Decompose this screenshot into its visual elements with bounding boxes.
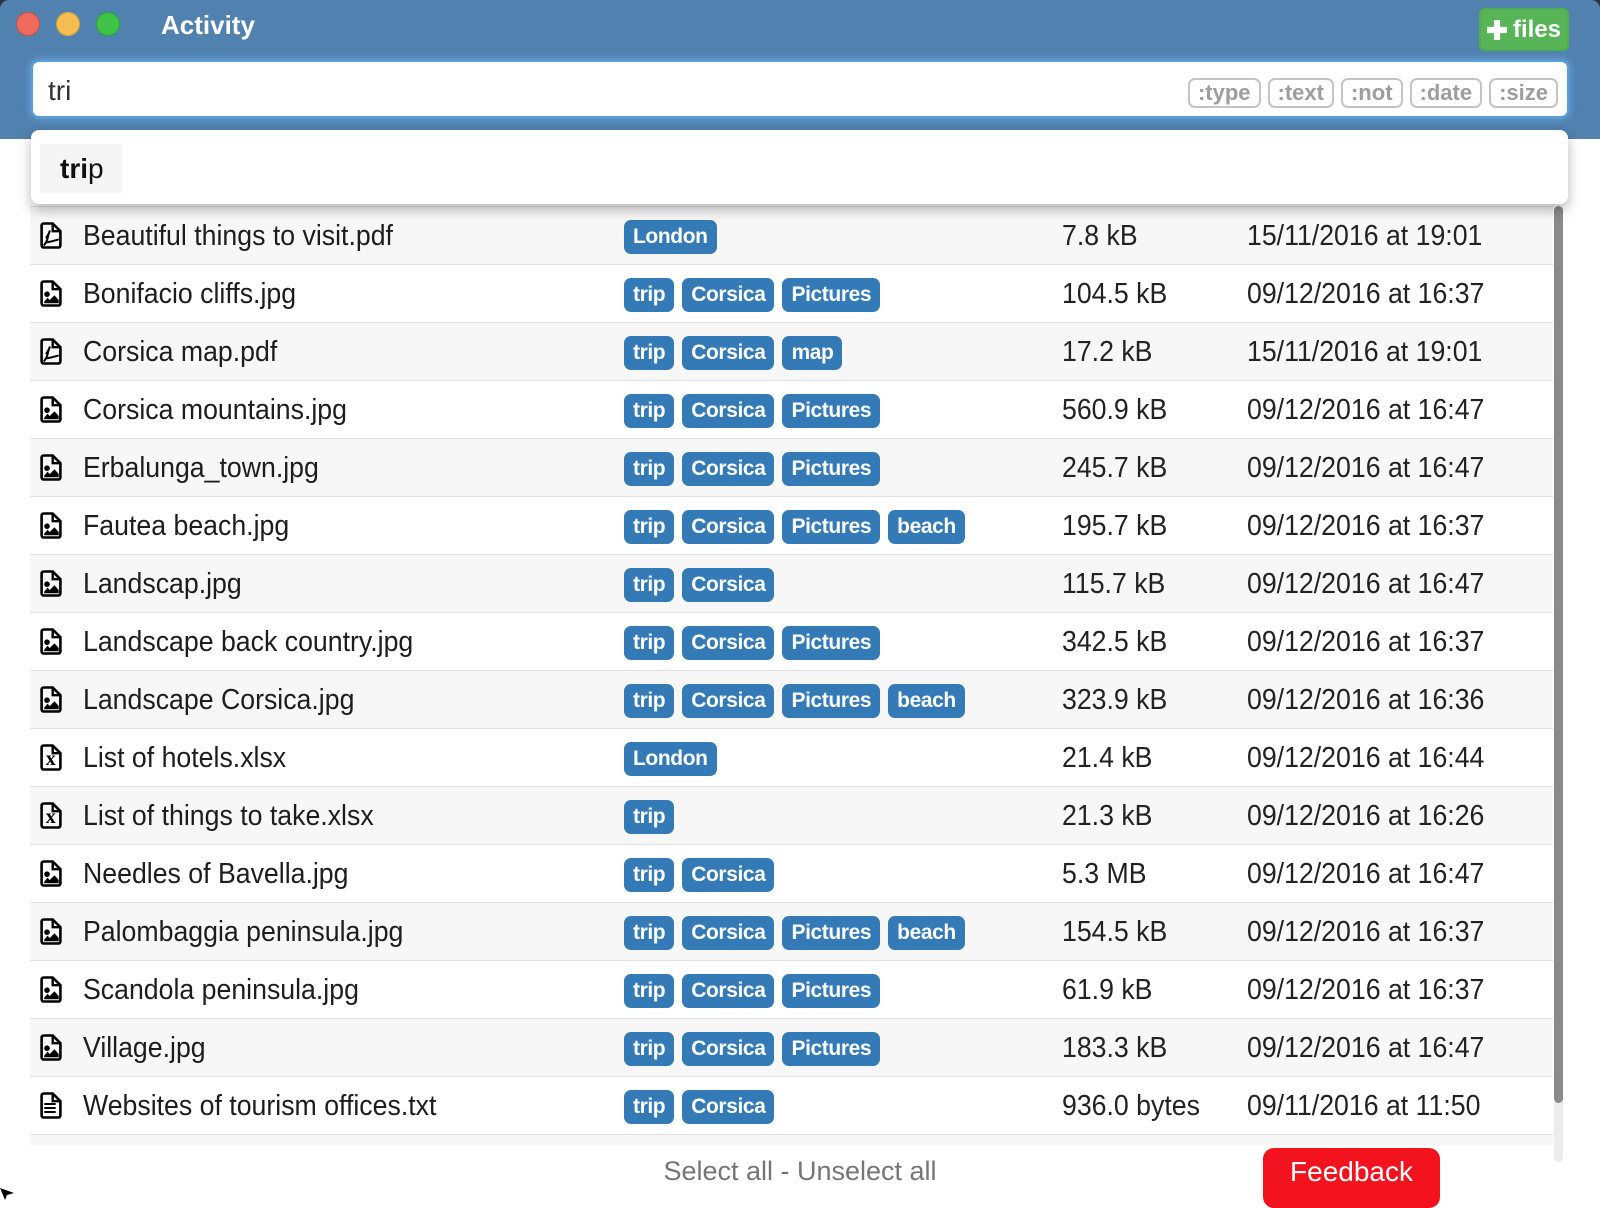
svg-text:x: x [46,748,56,770]
svg-text:x: x [46,806,56,828]
